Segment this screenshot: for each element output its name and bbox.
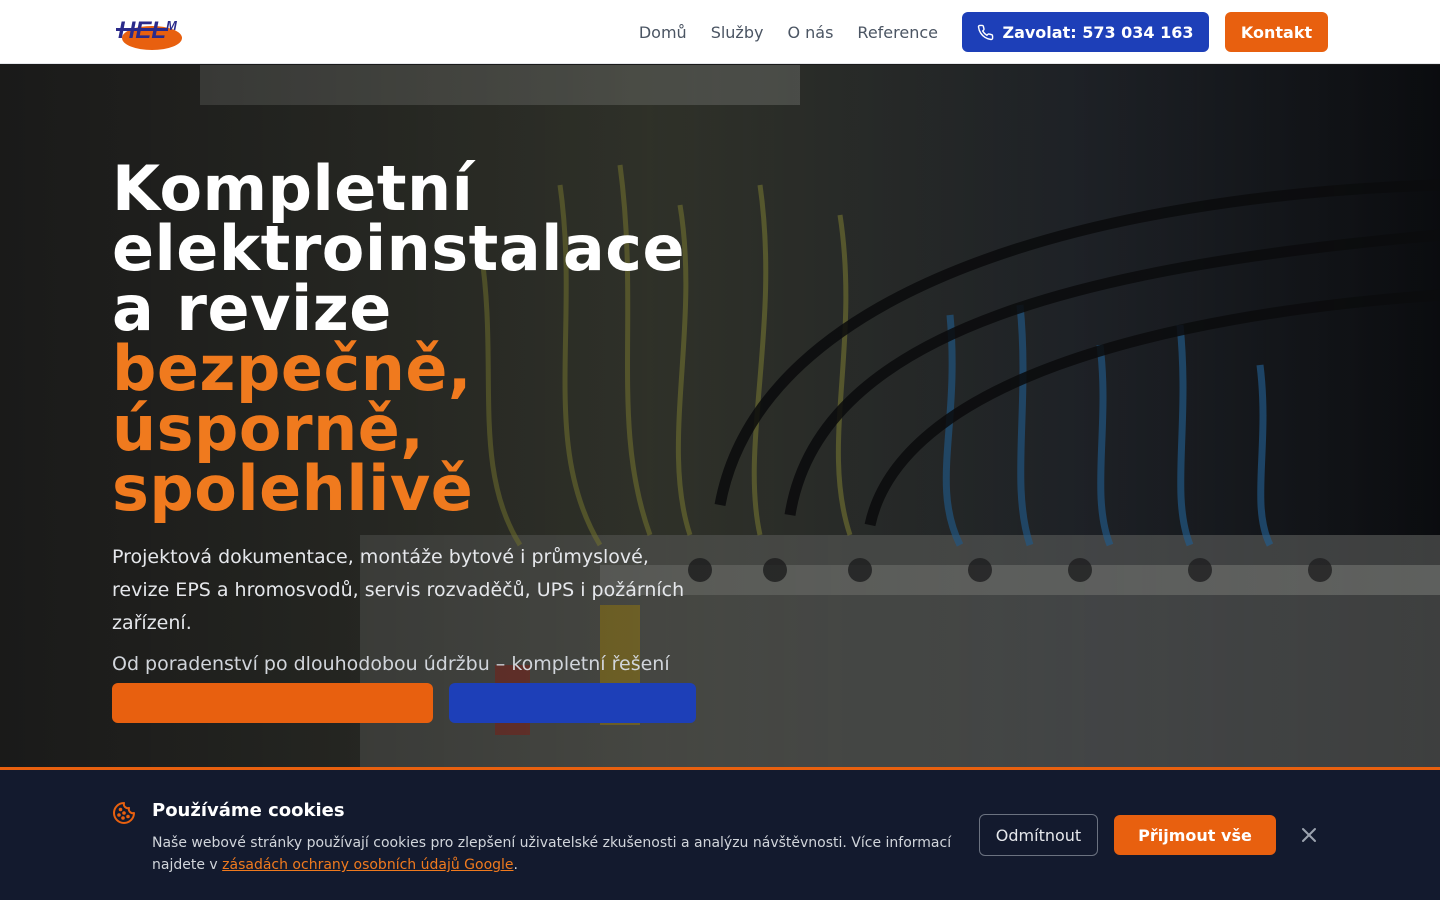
- hero-title: Kompletní elektroinstalace a revize bezp…: [112, 152, 712, 525]
- hero-title-line: Kompletní: [112, 152, 474, 225]
- nav-references[interactable]: Reference: [857, 23, 938, 42]
- cookie-text: Naše webové stránky používají cookies pr…: [152, 832, 972, 876]
- contact-button-label: Kontakt: [1240, 22, 1313, 42]
- hero-content: Kompletní elektroinstalace a revize bezp…: [112, 152, 712, 714]
- reject-cookies-button[interactable]: Odmítnout: [979, 814, 1098, 856]
- cookie-icon: [113, 802, 135, 824]
- reject-cookies-label: Odmítnout: [995, 825, 1082, 845]
- hero-title-line: elektroinstalace: [112, 212, 686, 285]
- cookie-title: Používáme cookies: [152, 800, 345, 821]
- phone-icon: [978, 24, 994, 40]
- close-icon[interactable]: [1299, 825, 1319, 845]
- accept-cookies-label: Přijmout vše: [1138, 825, 1252, 845]
- call-button[interactable]: Zavolat: 573 034 163: [962, 12, 1209, 52]
- accept-cookies-button[interactable]: Přijmout vše: [1114, 815, 1276, 855]
- contact-button[interactable]: Kontakt: [1225, 12, 1328, 52]
- hero-title-accent: bezpečně,: [112, 332, 472, 405]
- cookie-text-end: .: [513, 857, 518, 873]
- nav-about[interactable]: O nás: [787, 23, 833, 42]
- privacy-policy-link[interactable]: zásadách ochrany osobních údajů Google: [222, 857, 513, 873]
- hero-primary-button[interactable]: [112, 683, 433, 723]
- hero-title-accent: úsporně,: [112, 392, 425, 465]
- hero-title-accent: spolehlivě: [112, 452, 474, 525]
- hero-section: Kompletní elektroinstalace a revize bezp…: [0, 65, 1440, 770]
- cookie-banner: Používáme cookies Naše webové stránky po…: [0, 767, 1440, 900]
- hero-title-line: a revize: [112, 272, 392, 345]
- main-nav: Domů Služby O nás Reference: [639, 0, 938, 64]
- site-header: HEL M Domů Služby O nás Reference Zavola…: [0, 0, 1440, 64]
- nav-home[interactable]: Domů: [639, 23, 687, 42]
- hero-description: Projektová dokumentace, montáže bytové i…: [112, 546, 685, 634]
- nav-services[interactable]: Služby: [711, 23, 764, 42]
- hero-secondary-button[interactable]: [449, 683, 696, 723]
- call-button-label: Zavolat: 573 034 163: [1002, 22, 1194, 42]
- helm-logo[interactable]: HEL M: [116, 14, 188, 52]
